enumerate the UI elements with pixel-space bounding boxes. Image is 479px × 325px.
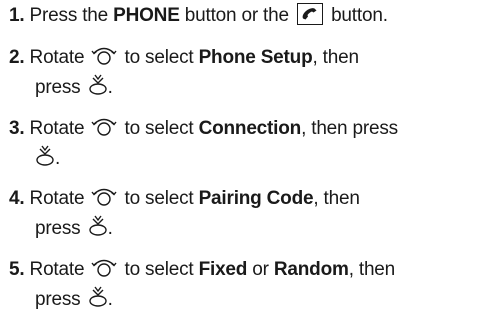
step-text: . (107, 218, 113, 239)
menu-item-label: Phone Setup (198, 47, 313, 68)
step-4: 4. Rotate to select Pairing Code, then p… (9, 184, 477, 244)
step-5: 5. Rotate to select Fixed or Random, the… (9, 255, 477, 315)
step-text: press (35, 77, 81, 98)
step-number: 3. (9, 118, 25, 139)
option-random-label: Random (273, 259, 349, 280)
step-2: 2. Rotate to select Phone Setup, then pr… (9, 43, 477, 103)
selector-knob-press-icon (35, 145, 55, 167)
step-text: Rotate (29, 47, 85, 68)
selector-knob-rotate-icon (91, 185, 117, 207)
step-text: , then (312, 47, 360, 68)
step-text: to select (124, 47, 194, 68)
step-text: to select (124, 259, 194, 280)
menu-item-label: Pairing Code (198, 188, 314, 209)
selector-knob-rotate-icon (91, 256, 117, 278)
step-text: press (35, 289, 81, 310)
step-text: to select (124, 118, 194, 139)
selector-knob-press-icon (88, 286, 108, 308)
step-number: 2. (9, 47, 25, 68)
step-text: . (107, 289, 113, 310)
menu-item-label: Connection (198, 118, 302, 139)
selector-knob-rotate-icon (91, 44, 117, 66)
step-continuation: press . (9, 214, 477, 244)
step-number: 5. (9, 259, 25, 280)
step-text: . (107, 77, 113, 98)
step-text: button. (331, 5, 388, 26)
step-text: Rotate (29, 188, 85, 209)
step-text: Rotate (29, 259, 85, 280)
step-text: button or the (184, 5, 289, 26)
phone-handset-icon (296, 2, 323, 25)
step-continuation: . (9, 144, 477, 174)
selector-knob-press-icon (88, 74, 108, 96)
step-text: Press the (29, 5, 109, 26)
step-continuation: press . (9, 285, 477, 315)
step-number: 1. (9, 5, 25, 26)
step-text: Rotate (29, 118, 85, 139)
step-text: press (35, 218, 81, 239)
step-text: to select (124, 188, 194, 209)
step-text: or (252, 259, 269, 280)
selector-knob-press-icon (88, 215, 108, 237)
step-text: , then press (301, 118, 398, 139)
step-number: 4. (9, 188, 25, 209)
phone-label: PHONE (113, 5, 180, 26)
step-text: , then (348, 259, 396, 280)
step-3: 3. Rotate to select Connection, then pre… (9, 114, 477, 174)
option-fixed-label: Fixed (198, 259, 248, 280)
selector-knob-rotate-icon (91, 115, 117, 137)
step-text: . (55, 148, 61, 169)
step-text: , then (313, 188, 360, 209)
step-1: 1. Press the PHONE button or the button. (9, 1, 477, 31)
step-continuation: press . (9, 73, 477, 103)
